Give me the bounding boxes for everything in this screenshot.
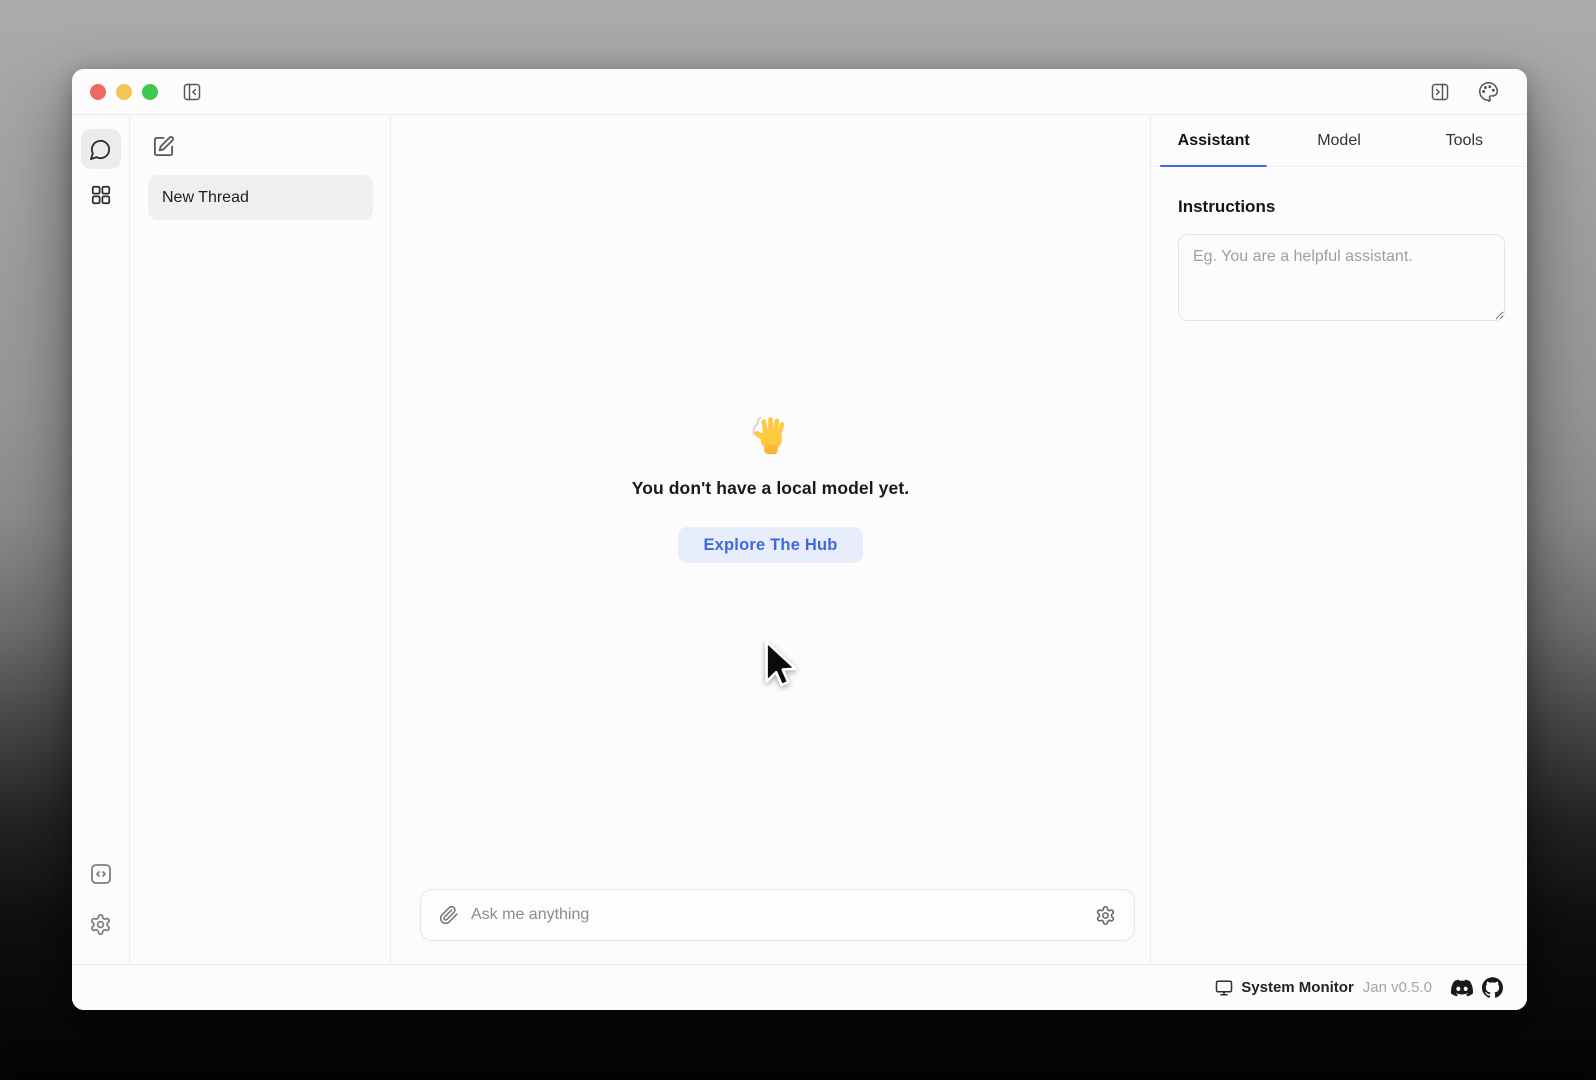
code-square-icon [89,862,113,886]
explore-hub-button[interactable]: Explore The Hub [678,527,862,563]
sidebar-collapse-icon[interactable] [180,80,204,104]
waving-hand-emoji [748,412,794,458]
paperclip-icon [439,905,459,925]
monitor-icon [1215,979,1233,997]
status-bar: System Monitor Jan v0.5.0 [72,964,1527,1010]
attachment-button[interactable] [439,905,459,925]
assistant-tab-content: Instructions [1151,167,1527,326]
minimize-window-button[interactable] [116,84,132,100]
content-area: New Thread [72,115,1527,964]
active-tab-indicator [1160,165,1267,167]
titlebar [72,69,1527,115]
square-pen-icon [152,135,175,158]
chat-input-container [420,889,1135,941]
jan-app-window: New Thread [72,69,1527,1010]
gear-icon [1095,905,1116,926]
settings-button[interactable] [81,904,121,944]
traffic-lights [90,84,158,100]
discord-icon [1451,977,1473,999]
left-icon-rail [72,115,130,964]
thread-title: New Thread [162,189,249,207]
empty-state: You don't have a local model yet. Explor… [391,412,1150,563]
gear-icon [89,913,112,936]
theme-palette-icon[interactable] [1476,80,1500,104]
layout-grid-icon [90,184,112,206]
tab-assistant[interactable]: Assistant [1151,115,1276,166]
desktop-background: { "colors": { "accent_blue": "#4169E1", … [0,0,1596,1080]
right-panel-toggle-icon[interactable] [1428,80,1452,104]
input-settings-button[interactable] [1095,905,1116,926]
system-monitor-button[interactable]: System Monitor [1215,979,1354,997]
chat-message-input[interactable] [471,906,1083,924]
nav-chat-button[interactable] [81,129,121,169]
local-api-server-button[interactable] [81,854,121,894]
instructions-textarea[interactable] [1178,234,1505,321]
new-thread-compose-button[interactable] [150,133,176,159]
empty-state-message: You don't have a local model yet. [632,478,909,499]
thread-list-item[interactable]: New Thread [148,175,373,220]
app-version: Jan v0.5.0 [1363,979,1432,996]
tab-tools[interactable]: Tools [1402,115,1527,166]
close-window-button[interactable] [90,84,106,100]
discord-link[interactable] [1451,977,1473,999]
system-monitor-label: System Monitor [1241,979,1354,996]
right-panel-tabs: Assistant Model Tools [1151,115,1527,167]
right-panel: Assistant Model Tools Instructions [1150,115,1527,964]
zoom-window-button[interactable] [142,84,158,100]
chat-bubble-icon [89,138,112,161]
chat-main-area: You don't have a local model yet. Explor… [391,115,1150,964]
thread-panel: New Thread [130,115,391,964]
instructions-label: Instructions [1178,197,1505,217]
github-link[interactable] [1482,977,1503,998]
nav-hub-button[interactable] [81,175,121,215]
github-icon [1482,977,1503,998]
tab-model[interactable]: Model [1276,115,1401,166]
